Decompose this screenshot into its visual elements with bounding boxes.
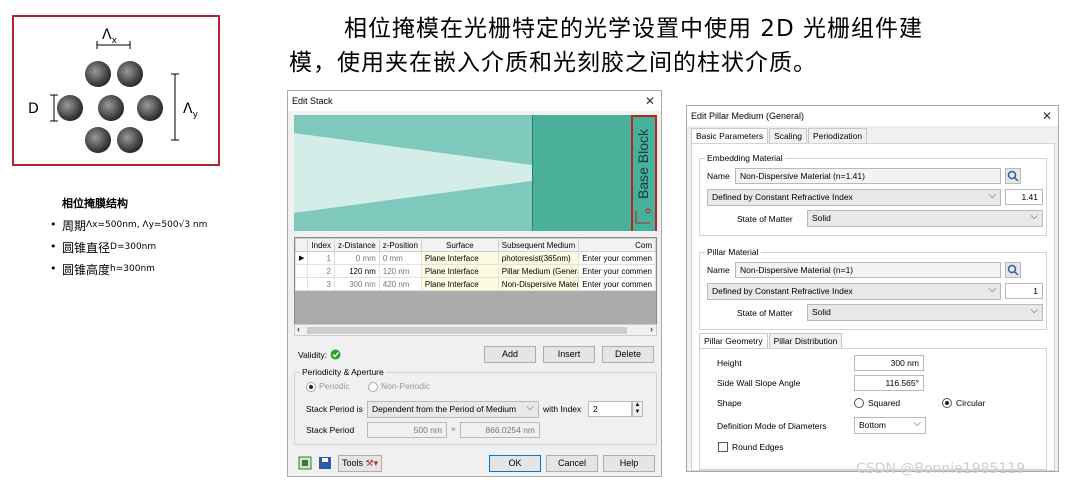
- column-header[interactable]: Com: [578, 238, 656, 252]
- stack-period-is-label: Stack Period is: [306, 404, 363, 414]
- period-x-field: 500 nm: [367, 422, 447, 438]
- stack-visualization: Base Block: [294, 115, 657, 231]
- light-cone-shape: [294, 115, 532, 231]
- round-edges-checkbox[interactable]: [718, 442, 728, 452]
- pillar-material-title: Pillar Material: [705, 247, 761, 257]
- axis-icon: [635, 208, 651, 224]
- table-row[interactable]: 2 120 nm 120 nm Plane Interface Pillar M…: [294, 264, 656, 278]
- embedding-state-select[interactable]: Solid: [807, 210, 1043, 227]
- stack-block: [532, 115, 631, 231]
- lambda-y-label: Λy: [183, 101, 199, 120]
- dialog-title-bar: Edit Stack ✕: [288, 91, 661, 111]
- scrollbar-thumb[interactable]: [307, 327, 627, 334]
- stack-table[interactable]: Index z-Distance z-Position Surface Subs…: [294, 237, 657, 328]
- phase-mask-schematic: Λx D Λy: [12, 15, 220, 166]
- cone: [117, 127, 143, 153]
- periodicity-title: Periodicity & Aperture: [300, 367, 386, 377]
- ok-button[interactable]: OK: [489, 455, 541, 472]
- dialog-title-bar: Edit Pillar Medium (General) ✕: [687, 106, 1058, 126]
- pillar-name-field[interactable]: Non-Dispersive Material (n=1): [735, 262, 1001, 278]
- tab-scaling[interactable]: Scaling: [769, 128, 807, 143]
- index-input[interactable]: 2: [588, 401, 632, 417]
- help-button[interactable]: Help: [603, 455, 655, 472]
- column-header[interactable]: z-Distance: [333, 238, 380, 252]
- cone: [85, 127, 111, 153]
- base-block-label: Base Block: [635, 128, 651, 199]
- search-icon[interactable]: [1005, 262, 1021, 278]
- cone: [57, 95, 83, 121]
- add-button[interactable]: Add: [484, 346, 536, 363]
- close-icon[interactable]: ✕: [645, 91, 655, 111]
- list-item: 圆锥高度h=300nm: [50, 258, 207, 280]
- validity-label: Validity:: [298, 349, 341, 360]
- list-item: 周期Λx=500nm, Λy=500√3 nm: [50, 214, 207, 236]
- pillar-index-input[interactable]: 1: [1005, 283, 1043, 299]
- horizontal-scrollbar[interactable]: ‹ ›: [294, 324, 657, 336]
- stack-period-mode-select[interactable]: Dependent from the Period of Medium: [367, 401, 539, 418]
- period-y-field: 866.0254 nm: [460, 422, 540, 438]
- stack-period-label: Stack Period: [306, 425, 355, 435]
- with-index-label: with Index: [543, 404, 582, 414]
- embedding-definition-select[interactable]: Defined by Constant Refractive Index: [707, 189, 1001, 206]
- diameter-label: D: [28, 101, 39, 117]
- scroll-right-icon[interactable]: ›: [650, 324, 653, 334]
- edit-pillar-medium-dialog: Edit Pillar Medium (General) ✕ Basic Par…: [686, 105, 1059, 472]
- circular-radio[interactable]: [942, 398, 952, 408]
- cancel-button[interactable]: Cancel: [546, 455, 598, 472]
- pillar-state-select[interactable]: Solid: [807, 304, 1043, 321]
- catalog-icon[interactable]: [298, 456, 312, 470]
- check-icon: [330, 349, 341, 360]
- insert-button[interactable]: Insert: [543, 346, 595, 363]
- cone-array-diagram: Λx D Λy: [28, 27, 199, 153]
- pillar-definition-select[interactable]: Defined by Constant Refractive Index: [707, 283, 1001, 300]
- column-header[interactable]: Surface: [420, 238, 499, 252]
- tab-pillar-geometry[interactable]: Pillar Geometry: [699, 333, 768, 348]
- embedding-title: Embedding Material: [705, 153, 785, 163]
- save-icon[interactable]: [318, 456, 332, 470]
- main-tabs: Basic Parameters Scaling Periodization: [691, 128, 868, 143]
- embedding-name-field[interactable]: Non-Dispersive Material (n=1.41): [735, 168, 1001, 184]
- list-item: 圆锥直径D=300nm: [50, 236, 207, 258]
- embedding-index-input[interactable]: 1.41: [1005, 189, 1043, 205]
- height-input[interactable]: 300 nm: [854, 355, 924, 371]
- delete-button[interactable]: Delete: [602, 346, 654, 363]
- periodic-radio[interactable]: [306, 382, 316, 392]
- cone: [137, 95, 163, 121]
- tab-basic-parameters[interactable]: Basic Parameters: [691, 128, 769, 143]
- non-periodic-radio[interactable]: [368, 382, 378, 392]
- cone: [85, 61, 111, 87]
- tab-pillar-distribution[interactable]: Pillar Distribution: [768, 333, 843, 348]
- geometry-tabs: Pillar Geometry Pillar Distribution: [699, 333, 843, 348]
- edit-stack-dialog: Edit Stack ✕ Base Block Index z-Distance…: [287, 90, 662, 477]
- lambda-x-label: Λx: [102, 27, 118, 46]
- column-header[interactable]: z-Position: [378, 238, 422, 252]
- tools-menu-button[interactable]: Tools ⚒▾: [338, 455, 382, 472]
- close-icon[interactable]: ✕: [1042, 106, 1052, 126]
- description-text: 相位掩模在光栅特定的光学设置中使用 2D 光栅组件建 模，使用夹在嵌入介质和光刻…: [289, 16, 923, 76]
- diameter-mode-select[interactable]: Bottom: [854, 417, 926, 434]
- search-icon[interactable]: [1005, 168, 1021, 184]
- index-spinner[interactable]: ▲ ▼: [632, 401, 643, 417]
- watermark: CSDN @Bonnie1985119: [856, 461, 1026, 477]
- cone: [117, 61, 143, 87]
- parameter-list: 周期Λx=500nm, Λy=500√3 nm 圆锥直径D=300nm 圆锥高度…: [50, 214, 207, 280]
- slope-angle-input[interactable]: 116.565°: [854, 375, 924, 391]
- tools-icon: ⚒▾: [365, 458, 379, 468]
- tab-periodization[interactable]: Periodization: [807, 128, 868, 143]
- schematic-caption: 相位掩膜结构: [62, 197, 128, 210]
- column-header[interactable]: Subsequent Medium: [497, 238, 580, 252]
- squared-radio[interactable]: [854, 398, 864, 408]
- table-row[interactable]: 3 300 nm 420 nm Plane Interface Non-Disp…: [294, 277, 656, 291]
- cone: [98, 95, 124, 121]
- column-header[interactable]: Index: [307, 238, 335, 252]
- table-row[interactable]: ▶ 1 0 mm 0 mm Plane Interface photoresis…: [294, 251, 656, 265]
- scroll-left-icon[interactable]: ‹: [297, 324, 300, 334]
